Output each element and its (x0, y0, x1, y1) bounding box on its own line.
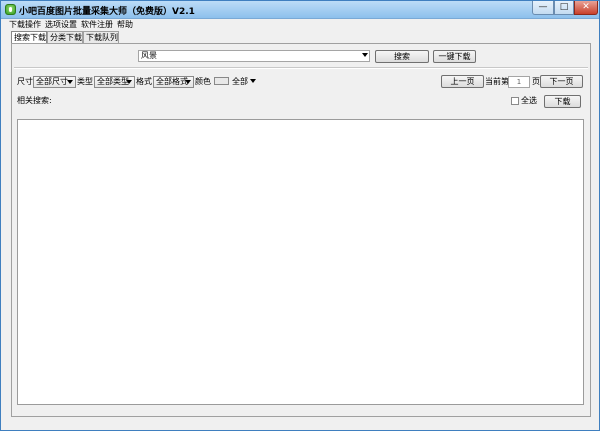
type-label: 类型 (77, 77, 93, 86)
next-page-button[interactable]: 下一页 (540, 75, 583, 88)
related-search-label: 相关搜索: (17, 96, 52, 105)
size-select-value: 全部尺寸 (36, 77, 68, 86)
chevron-down-icon (250, 79, 256, 83)
select-all-label[interactable]: 全选 (521, 95, 537, 107)
format-select[interactable]: 全部格式 (153, 76, 194, 88)
color-swatch[interactable] (214, 77, 229, 85)
tab-download-queue[interactable]: 下载队列 (83, 31, 119, 43)
page-number-input[interactable]: 1 (508, 76, 530, 88)
maximize-button[interactable]: □ (554, 1, 574, 15)
section-divider (14, 67, 588, 69)
chevron-down-icon (67, 80, 73, 84)
window-title: 小吧百度图片批量采集大师（免费版）V2.1 (19, 7, 195, 17)
keyword-combobox[interactable]: 风景 (138, 50, 370, 62)
size-label: 尺寸 (17, 77, 33, 86)
close-button[interactable]: ✕ (574, 1, 598, 15)
minimize-button[interactable]: — (532, 1, 554, 15)
image-results-area[interactable] (17, 119, 584, 405)
keyword-value: 风景 (141, 51, 157, 60)
prev-page-button[interactable]: 上一页 (441, 75, 484, 88)
tab-category-download[interactable]: 分类下载 (47, 31, 83, 43)
download-button[interactable]: 下载 (544, 95, 581, 108)
search-download-panel: 风景 搜索 一键下载 尺寸 全部尺寸 类型 全部类型 格式 全部格式 颜色 全部… (11, 43, 591, 417)
menu-download-ops[interactable]: 下载操作 (9, 19, 41, 30)
format-label: 格式 (136, 77, 152, 86)
color-value[interactable]: 全部 (232, 76, 248, 88)
color-dropdown[interactable] (249, 76, 258, 88)
search-button[interactable]: 搜索 (375, 50, 429, 63)
menu-help[interactable]: 帮助 (117, 19, 133, 30)
type-select-value: 全部类型 (97, 77, 129, 86)
app-window: 小吧百度图片批量采集大师（免费版）V2.1 — □ ✕ 下载操作 选项设置 软件… (0, 0, 600, 431)
title-bar[interactable]: 小吧百度图片批量采集大师（免费版）V2.1 — □ ✕ (1, 1, 599, 19)
format-select-value: 全部格式 (156, 77, 188, 86)
color-label: 颜色 (195, 77, 211, 86)
type-select[interactable]: 全部类型 (94, 76, 135, 88)
page-suffix: 页 (532, 77, 540, 86)
size-select[interactable]: 全部尺寸 (33, 76, 76, 88)
menu-options[interactable]: 选项设置 (45, 19, 77, 30)
select-all-checkbox[interactable] (511, 97, 519, 105)
current-page-prefix: 当前第 (485, 77, 509, 86)
chevron-down-icon[interactable] (362, 53, 368, 57)
chevron-down-icon (185, 80, 191, 84)
download-all-button[interactable]: 一键下载 (433, 50, 476, 63)
menu-bar: 下载操作 选项设置 软件注册 帮助 (1, 19, 599, 30)
chevron-down-icon (126, 80, 132, 84)
menu-register[interactable]: 软件注册 (81, 19, 113, 30)
app-logo-icon (5, 4, 16, 15)
